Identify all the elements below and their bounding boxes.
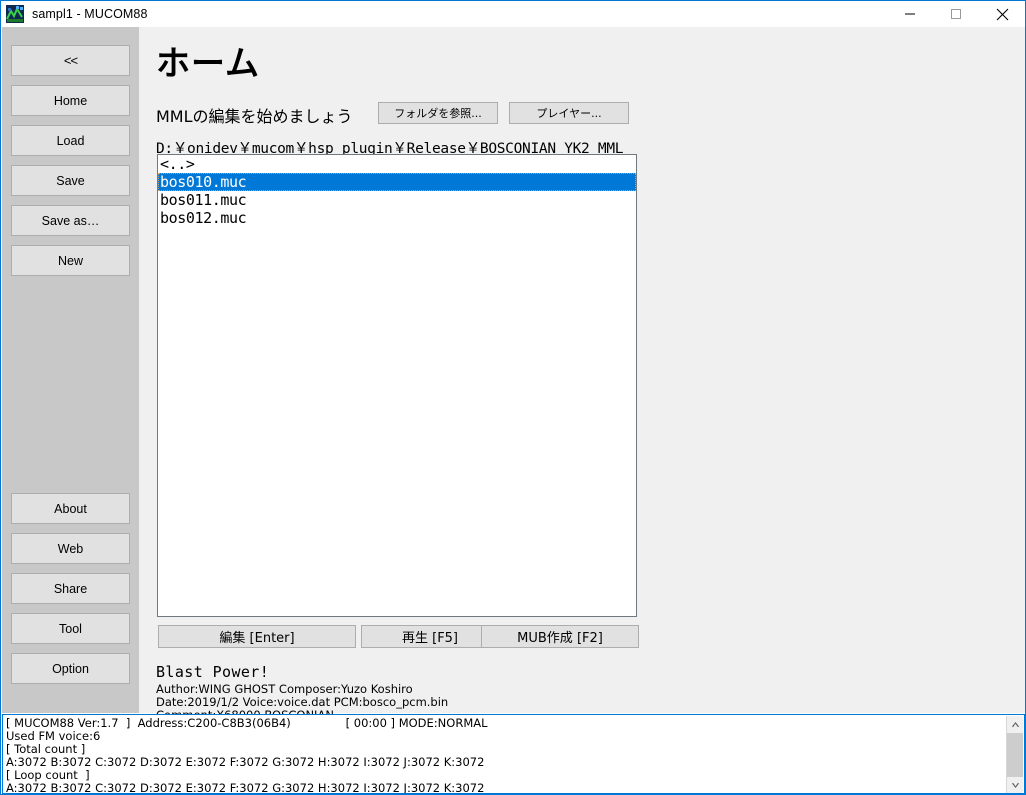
play-button[interactable]: 再生 [F5] bbox=[361, 625, 499, 648]
scrollbar-thumb[interactable] bbox=[1007, 733, 1023, 777]
console-output[interactable]: [ MUCOM88 Ver:1.7 ] Address:C200-C8B3(06… bbox=[2, 714, 1025, 794]
edit-button[interactable]: 編集 [Enter] bbox=[158, 625, 356, 648]
file-list[interactable]: <..> bos010.muc bos011.muc bos012.muc bbox=[157, 154, 637, 617]
minimize-button[interactable] bbox=[887, 1, 933, 27]
track-date-voice-pcm: Date:2019/1/2 Voice:voice.dat PCM:bosco_… bbox=[156, 695, 449, 709]
sidebar-item-home[interactable]: Home bbox=[11, 85, 130, 116]
make-mub-button[interactable]: MUB作成 [F2] bbox=[481, 625, 639, 648]
subtitle-text: MMLの編集を始めましょう bbox=[156, 107, 353, 126]
console-lines: [ MUCOM88 Ver:1.7 ] Address:C200-C8B3(06… bbox=[6, 717, 996, 794]
main-content: ホーム MMLの編集を始めましょう フォルダを参照... プレイヤー... D:… bbox=[139, 27, 1025, 722]
app-icon bbox=[6, 5, 24, 23]
title-bar: sampl1 - MUCOM88 bbox=[1, 1, 1025, 27]
list-item[interactable]: bos010.muc bbox=[158, 173, 636, 191]
sidebar-item-load[interactable]: Load bbox=[11, 125, 130, 156]
track-author-composer: Author:WING GHOST Composer:Yuzo Koshiro bbox=[156, 682, 413, 696]
application-window: sampl1 - MUCOM88 << Home Load Save Save … bbox=[0, 0, 1026, 795]
sidebar-item-back[interactable]: << bbox=[11, 45, 130, 76]
browse-folder-button[interactable]: フォルダを参照... bbox=[378, 102, 498, 124]
console-line: A:3072 B:3072 C:3072 D:3072 E:3072 F:307… bbox=[6, 781, 485, 794]
list-item[interactable]: <..> bbox=[158, 155, 636, 173]
scroll-up-icon[interactable] bbox=[1007, 716, 1023, 733]
sidebar-item-share[interactable]: Share bbox=[11, 573, 130, 604]
sidebar-item-about[interactable]: About bbox=[11, 493, 130, 524]
sidebar: << Home Load Save Save as… New About Web… bbox=[2, 27, 139, 713]
sidebar-item-tool[interactable]: Tool bbox=[11, 613, 130, 644]
page-title: ホーム bbox=[156, 44, 260, 84]
maximize-button[interactable] bbox=[933, 1, 979, 27]
window-title: sampl1 - MUCOM88 bbox=[32, 7, 148, 21]
track-title: Blast Power! bbox=[156, 663, 270, 681]
list-item[interactable]: bos011.muc bbox=[158, 191, 636, 209]
window-controls bbox=[887, 1, 1025, 27]
player-button[interactable]: プレイヤー... bbox=[509, 102, 629, 124]
console-line: A:3072 B:3072 C:3072 D:3072 E:3072 F:307… bbox=[6, 755, 485, 769]
sidebar-item-save[interactable]: Save bbox=[11, 165, 130, 196]
console-line: [ MUCOM88 Ver:1.7 ] Address:C200-C8B3(06… bbox=[6, 716, 488, 730]
list-item[interactable]: bos012.muc bbox=[158, 209, 636, 227]
console-line: Used FM voice:6 bbox=[6, 729, 101, 743]
sidebar-item-option[interactable]: Option bbox=[11, 653, 130, 684]
close-button[interactable] bbox=[979, 1, 1025, 27]
sidebar-item-save-as[interactable]: Save as… bbox=[11, 205, 130, 236]
sidebar-item-new[interactable]: New bbox=[11, 245, 130, 276]
sidebar-item-web[interactable]: Web bbox=[11, 533, 130, 564]
scroll-down-icon[interactable] bbox=[1007, 777, 1023, 793]
console-scrollbar[interactable] bbox=[1006, 716, 1023, 793]
